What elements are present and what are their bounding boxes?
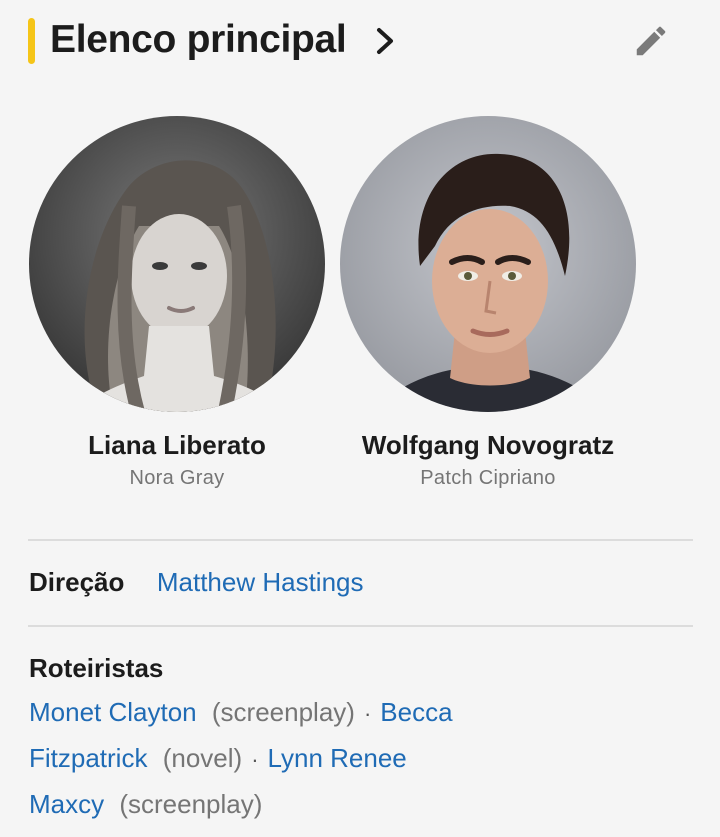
- divider: [28, 625, 693, 627]
- divider: [28, 539, 693, 541]
- writer-credit-note: (screenplay): [119, 789, 263, 819]
- director-link[interactable]: Matthew Hastings: [157, 567, 364, 597]
- cast-name[interactable]: Liana Liberato: [27, 428, 327, 462]
- section-header: Elenco principal: [0, 0, 720, 84]
- pencil-icon[interactable]: [632, 22, 670, 60]
- cast-role: Nora Gray: [129, 467, 225, 489]
- direction-row: Direção Matthew Hastings: [29, 562, 364, 602]
- section-accent-bar: [28, 18, 35, 64]
- writer-name-part: Fitzpatrick: [29, 743, 148, 773]
- writer-credit-note: (screenplay): [211, 697, 355, 727]
- writer-link-monet-clayton[interactable]: Monet Clayton: [29, 697, 197, 727]
- avatar[interactable]: [29, 116, 325, 412]
- writer-credit-note: (novel): [162, 743, 243, 773]
- actor-photo: [340, 116, 636, 412]
- writers-label: Roteiristas: [29, 653, 164, 683]
- writer-name-part: Maxcy: [29, 789, 105, 819]
- separator-dot: ·: [363, 701, 372, 726]
- avatar[interactable]: [340, 116, 636, 412]
- cast-card-wolfgang-novogratz[interactable]: Wolfgang Novogratz Patch Cipriano: [338, 116, 638, 492]
- chevron-right-icon[interactable]: [372, 24, 398, 58]
- writer-name-part: Lynn Renee: [267, 743, 407, 773]
- section-title[interactable]: Elenco principal: [50, 14, 347, 66]
- direction-label: Direção: [29, 567, 125, 597]
- cast-role: Patch Cipriano: [420, 467, 556, 489]
- cast-card-liana-liberato[interactable]: Liana Liberato Nora Gray: [27, 116, 327, 492]
- cast-name[interactable]: Wolfgang Novogratz: [338, 428, 638, 462]
- writer-name-part: Becca: [380, 697, 453, 727]
- writers-list: Monet Clayton (screenplay) · Becca Fitzpatr…: [29, 690, 529, 826]
- actor-photo: [29, 116, 325, 412]
- separator-dot: ·: [251, 747, 259, 772]
